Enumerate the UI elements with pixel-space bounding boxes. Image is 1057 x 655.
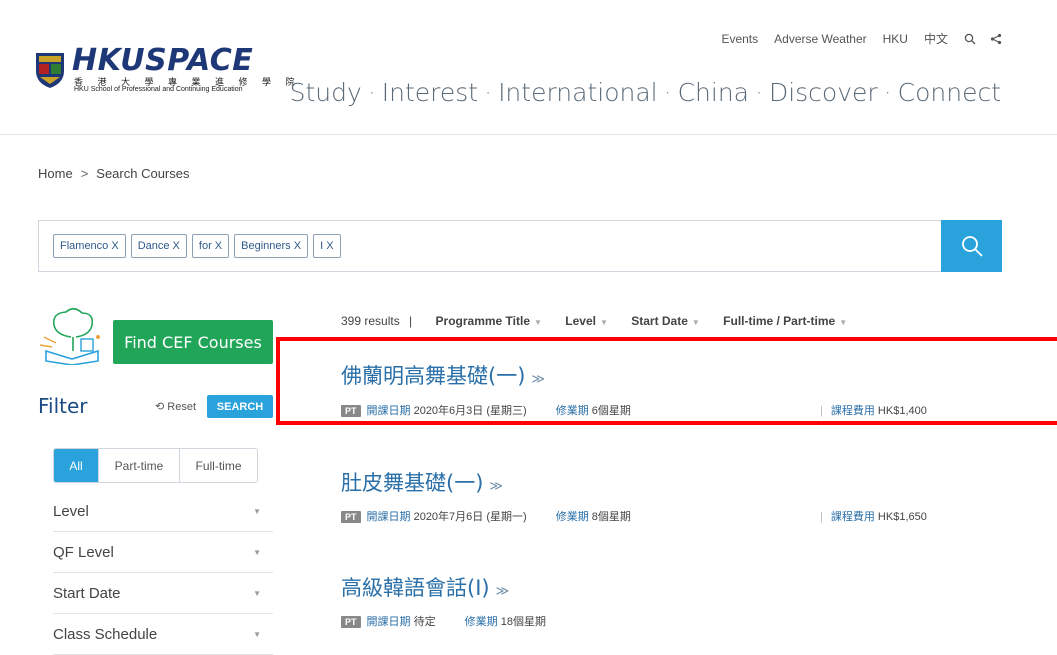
course-title: 肚皮舞基礎(一) [341,471,484,495]
highlight-box [276,337,1057,425]
course-meta: PT 開課日期 待定 修業期 18個星期 [341,613,546,629]
nav-study[interactable]: Study [290,78,362,107]
main-navigation: Study · Interest · International · China · Disco… [290,78,1001,107]
sort-label: Programme Title [435,314,530,328]
search-chip[interactable]: Beginners X [234,234,309,258]
fee-value: HK$1,650 [877,511,927,523]
facet-qf-level[interactable]: QF Level ▼ [53,533,273,573]
duration-value: 18個星期 [500,616,546,628]
breadcrumb-separator: > [80,166,89,181]
search-icon [961,236,983,257]
nav-international[interactable]: International [498,78,658,107]
start-date-value: 2020年7月6日 (星期一) [413,511,527,523]
course-title: 高級韓語會話(I) [341,576,490,600]
sort-mode[interactable]: Full-time / Part-time ▼ [723,314,847,328]
tab-all[interactable]: All [54,449,99,482]
search-chip[interactable]: for X [191,234,230,258]
breadcrumb-current: Search Courses [96,166,190,181]
results-toolbar: 399 results | Programme Title ▼ Level ▼ St… [341,314,847,328]
study-mode-toggle: All Part-time Full-time [53,448,258,483]
course-title-link[interactable]: 高級韓語會話(I) ≫ [341,572,509,602]
duration-value: 8個星期 [591,511,631,523]
tab-full-time[interactable]: Full-time [180,449,257,482]
part-time-badge: PT [341,616,361,628]
course-meta: PT 開課日期 2020年7月6日 (星期一) 修業期 8個星期 [341,508,631,524]
share-icon[interactable] [990,33,1002,45]
facet-label: Start Date [53,585,121,602]
course-fee: | 課程費用 HK$1,650 [820,508,927,524]
results-count: 399 results [341,314,400,328]
chevron-down-icon: ▼ [253,548,261,557]
search-input[interactable]: Flamenco X Dance X for X Beginners X I X [38,220,942,272]
find-cef-courses-button[interactable]: Find CEF Courses [113,320,273,364]
search-chip[interactable]: I X [313,234,341,258]
reset-button[interactable]: ⟲ Reset [155,400,196,413]
sort-level[interactable]: Level ▼ [565,314,608,328]
logo-english-name: HKU School of Professional and Continuin… [74,86,243,93]
start-date-label: 開課日期 [366,511,411,523]
breadcrumb: Home > Search Courses [38,166,190,181]
filter-title: Filter [38,394,88,418]
nav-discover[interactable]: Discover [769,78,878,107]
tab-part-time[interactable]: Part-time [99,449,180,482]
fee-label: 課程費用 [830,511,875,523]
link-chinese[interactable]: 中文 [924,30,948,47]
facet-label: Class Schedule [53,626,158,643]
reset-icon: ⟲ [155,401,165,413]
facet-class-schedule[interactable]: Class Schedule ▼ [53,615,273,655]
start-date-label: 開課日期 [366,616,411,628]
hkuspace-logo[interactable]: HKUSPACE 香 港 大 學 專 業 進 修 學 院 HKU School … [34,43,295,95]
facet-start-date[interactable]: Start Date ▼ [53,574,273,614]
tree-book-icon [39,307,100,365]
chevron-down-icon: ▼ [599,318,608,327]
search-chip[interactable]: Dance X [130,234,187,258]
nav-separator: · [484,78,493,107]
hku-crest-icon [36,53,64,88]
nav-separator: · [883,78,892,107]
sort-start-date[interactable]: Start Date ▼ [631,314,700,328]
double-chevron-down-icon[interactable]: ≫ [496,584,510,599]
chevron-down-icon: ▼ [253,589,261,598]
chevron-down-icon: ▼ [839,318,848,327]
link-hku[interactable]: HKU [883,32,908,46]
search-chips: Flamenco X Dance X for X Beginners X I X [53,234,341,258]
nav-china[interactable]: China [678,78,749,107]
logo-wordmark: HKUSPACE [72,43,254,78]
fee-divider: | [820,511,823,523]
utility-links: Events Adverse Weather HKU 中文 [705,30,1002,47]
chevron-down-icon: ▼ [253,630,261,639]
sort-label: Level [565,314,596,328]
reset-label: Reset [167,401,197,413]
search-button[interactable] [941,220,1002,272]
search-chip[interactable]: Flamenco X [53,234,126,258]
nav-interest[interactable]: Interest [382,78,478,107]
filter-search-button[interactable]: SEARCH [207,395,273,418]
nav-separator: · [755,78,763,107]
chevron-down-icon: ▼ [534,318,542,327]
facet-label: Level [53,503,89,520]
start-date-value: 待定 [413,616,436,628]
link-events[interactable]: Events [721,32,758,46]
search-icon[interactable] [964,33,976,45]
course-title-link[interactable]: 肚皮舞基礎(一) ≫ [341,467,503,497]
link-adverse-weather[interactable]: Adverse Weather [774,32,867,46]
nav-connect[interactable]: Connect [898,78,1001,107]
sort-label: Full-time / Part-time [723,314,836,328]
facet-label: QF Level [53,544,114,561]
facet-level[interactable]: Level ▼ [53,492,273,532]
nav-separator: · [663,78,672,107]
nav-separator: · [367,78,376,107]
site-header: HKUSPACE 香 港 大 學 專 業 進 修 學 院 HKU School … [0,0,1057,135]
sort-label: Start Date [631,314,688,328]
part-time-badge: PT [341,511,361,523]
double-chevron-down-icon[interactable]: ≫ [489,479,503,494]
duration-label: 修業期 [464,616,498,628]
breadcrumb-home[interactable]: Home [38,166,73,181]
chevron-down-icon: ▼ [253,507,261,516]
chevron-down-icon: ▼ [691,318,700,327]
sort-programme-title[interactable]: Programme Title ▼ [436,314,542,328]
duration-label: 修業期 [555,511,589,523]
results-divider: | [409,314,413,328]
